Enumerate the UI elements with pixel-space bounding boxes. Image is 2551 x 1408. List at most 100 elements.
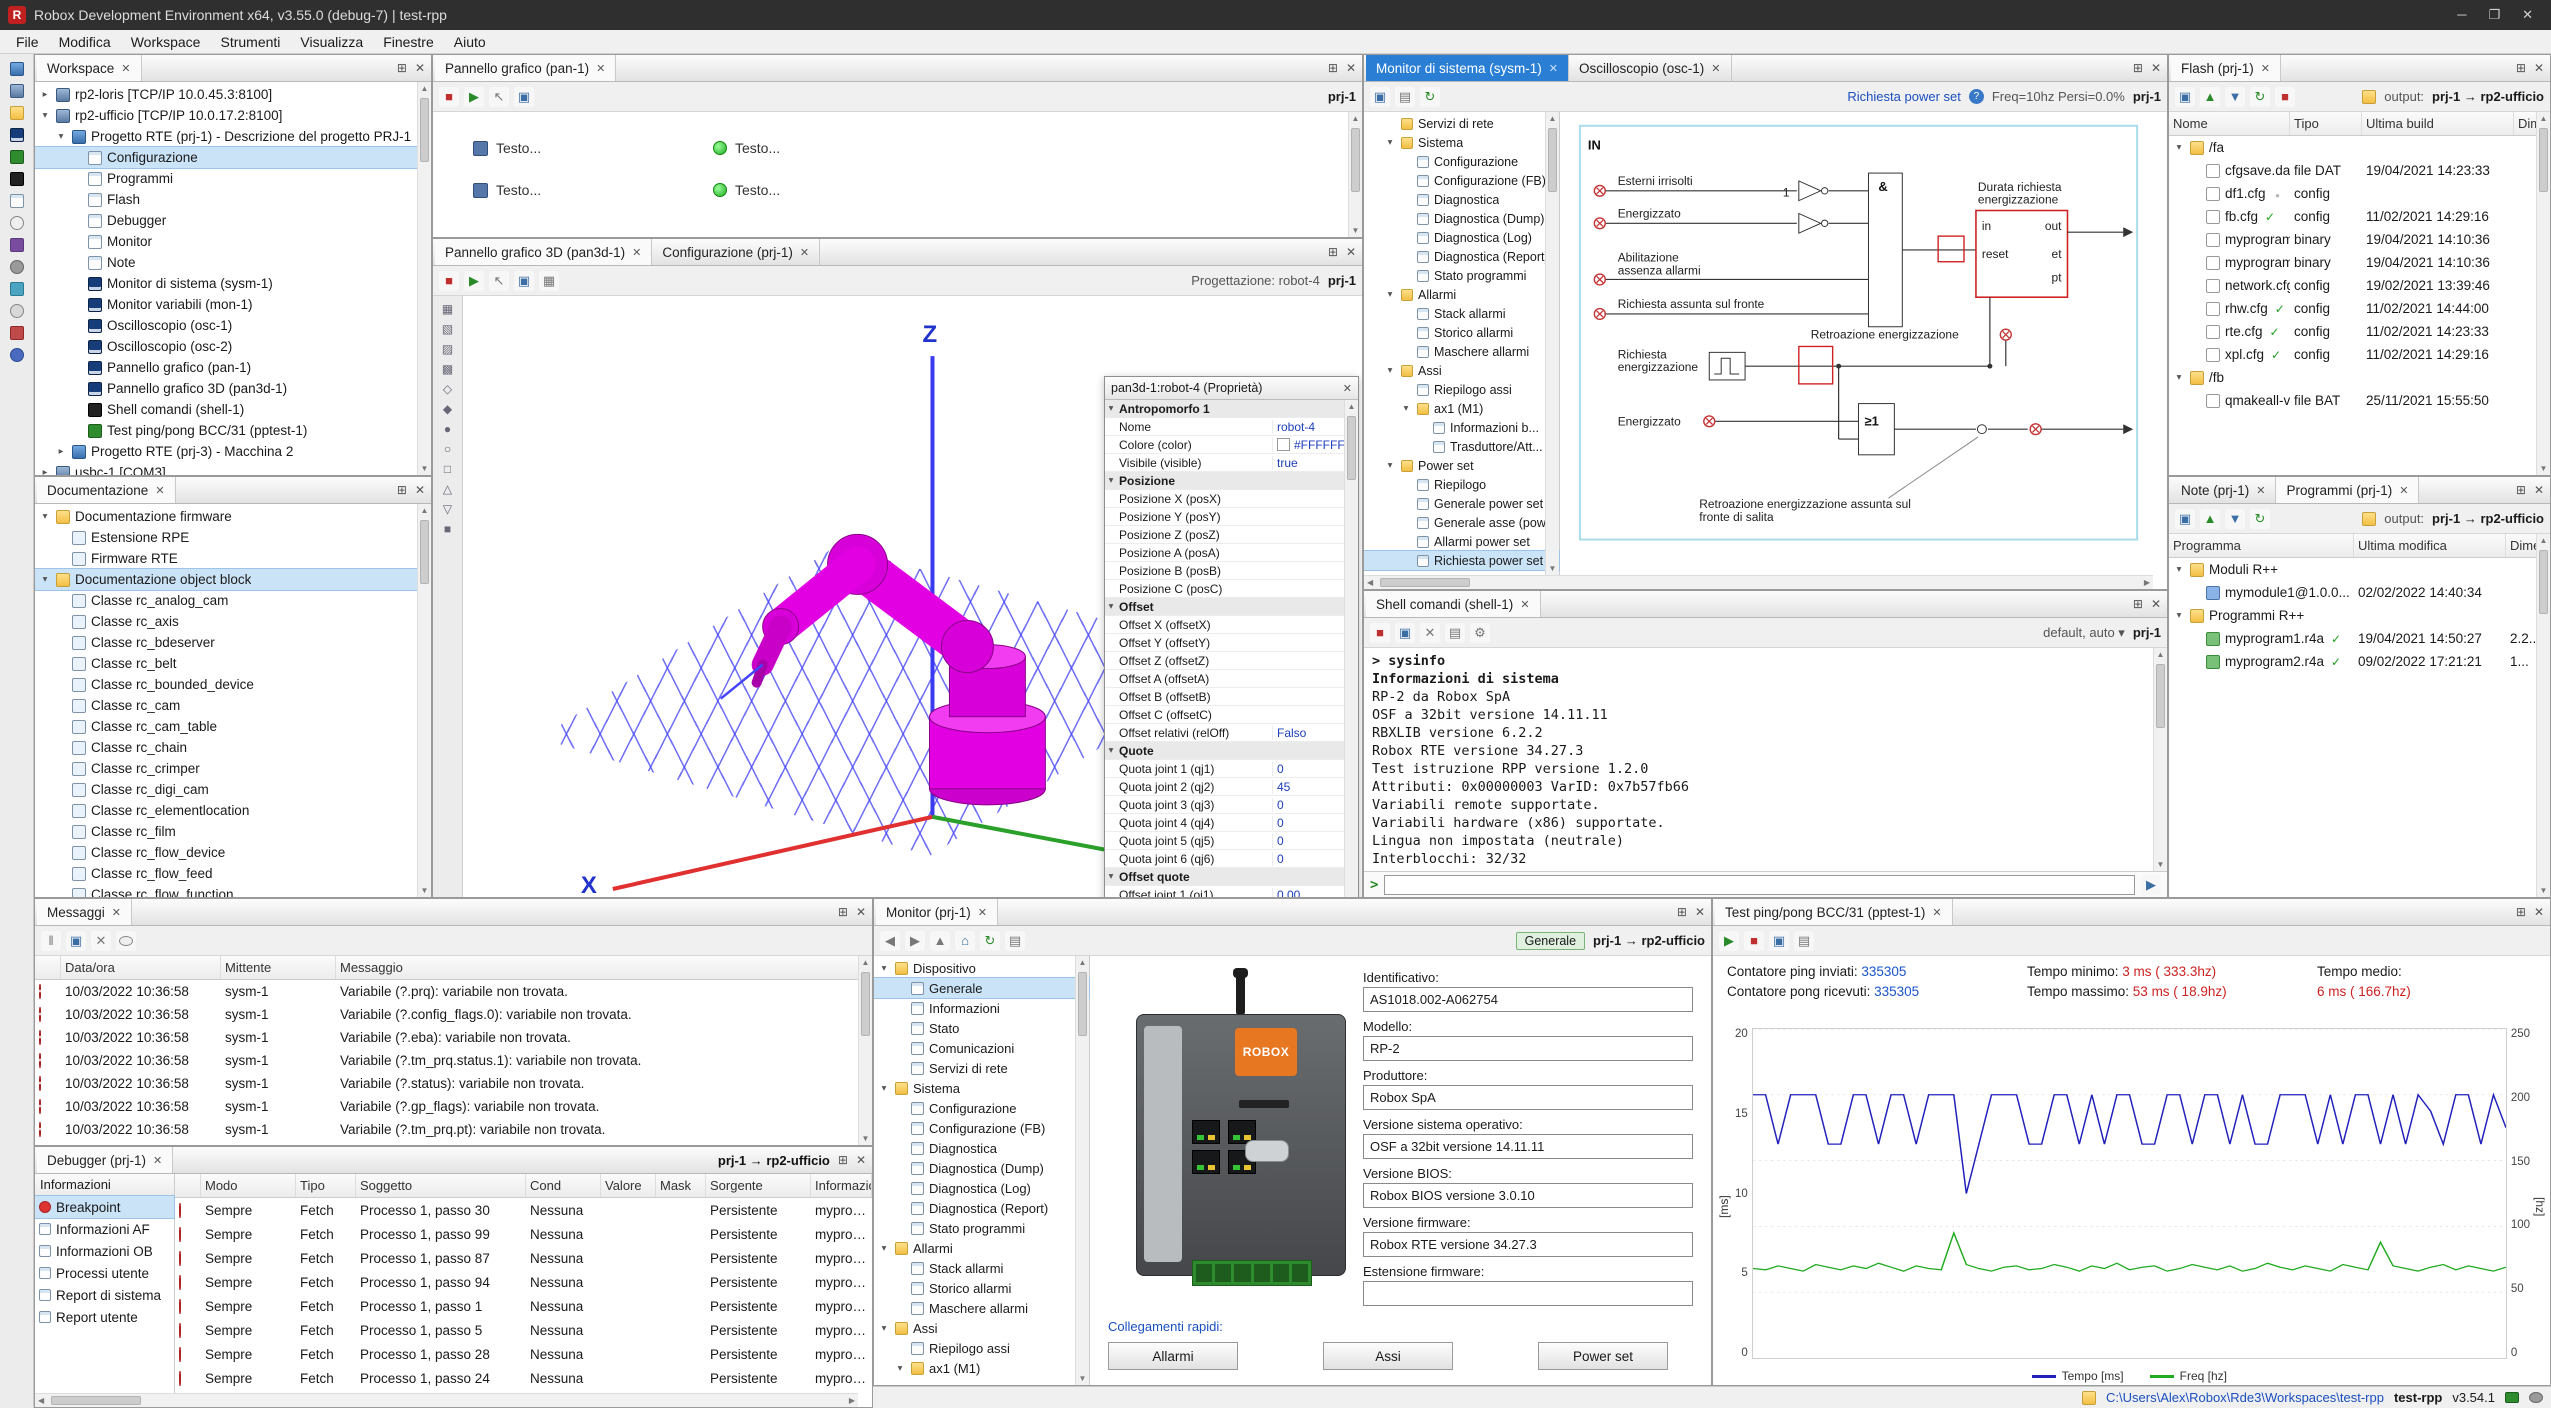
table-row[interactable]: df1.cfg config: [2169, 182, 2550, 205]
tree-item[interactable]: Classe rc_belt: [35, 653, 431, 674]
tree-item[interactable]: Classe rc_digi_cam: [35, 779, 431, 800]
tree-item[interactable]: Progetto RTE (prj-1) - Descrizione del p…: [35, 126, 431, 147]
left-toolbar-icon[interactable]: [10, 172, 24, 186]
tree-item[interactable]: rp2-loris [TCP/IP 10.0.45.3:8100]: [35, 84, 431, 105]
float-icon[interactable]: ⊞: [1328, 245, 1338, 259]
property-row[interactable]: Offset quote: [1105, 868, 1358, 886]
left-toolbar-icon[interactable]: [10, 216, 24, 230]
property-row[interactable]: Quote: [1105, 742, 1358, 760]
field-value[interactable]: OSF a 32bit versione 14.11.11: [1363, 1134, 1693, 1159]
close-icon[interactable]: ✕: [1549, 62, 1558, 75]
print-icon[interactable]: ▤: [1445, 623, 1465, 643]
perspective-icon[interactable]: △: [443, 482, 452, 496]
table-row[interactable]: myprogram2.r4a 09/02/2022 17:21:21 1...: [2169, 650, 2550, 673]
property-row[interactable]: Offset Z (offsetZ): [1105, 652, 1358, 670]
menu-item[interactable]: Workspace: [121, 32, 211, 52]
list-item[interactable]: Processi utente: [35, 1262, 174, 1284]
up-icon[interactable]: ▲: [930, 931, 950, 951]
expander-icon[interactable]: [1105, 475, 1117, 486]
tree-item[interactable]: Maschere allarmi: [1364, 342, 1559, 361]
tree-item[interactable]: Monitor di sistema (sysm-1): [35, 273, 431, 294]
float-icon[interactable]: ⊞: [838, 905, 848, 919]
close-icon[interactable]: ✕: [2151, 61, 2161, 75]
float-icon[interactable]: ⊞: [397, 483, 407, 497]
tree-item[interactable]: Monitor variabili (mon-1): [35, 294, 431, 315]
tab-shell[interactable]: Shell comandi (shell-1)✕: [1366, 591, 1541, 617]
refresh-icon[interactable]: ↻: [1420, 87, 1440, 107]
message-row[interactable]: 10/03/2022 10:36:58 sysm-1 Variabile (?.…: [35, 980, 872, 1003]
download-icon[interactable]: ▼: [2225, 509, 2245, 529]
close-icon[interactable]: ✕: [1343, 382, 1352, 395]
property-row[interactable]: Quota joint 5 (qj5) 0: [1105, 832, 1358, 850]
tree-item[interactable]: Power set: [1364, 456, 1559, 475]
breakpoint-row[interactable]: Sempre Fetch Processo 1, passo 30 Nessun…: [175, 1198, 872, 1222]
tree-item[interactable]: Classe rc_crimper: [35, 758, 431, 779]
close-icon[interactable]: ✕: [2261, 62, 2270, 75]
tree-item[interactable]: Riepilogo assi: [1364, 380, 1559, 399]
expander-icon[interactable]: [39, 110, 51, 121]
tree-item[interactable]: Dispositivo: [874, 958, 1089, 978]
fit-icon[interactable]: □: [444, 462, 451, 476]
left-toolbar-icon[interactable]: [10, 238, 24, 252]
property-row[interactable]: Offset C (offsetC): [1105, 706, 1358, 724]
close-icon[interactable]: ✕: [415, 483, 425, 497]
tree-item[interactable]: Storico allarmi: [1364, 323, 1559, 342]
play-icon[interactable]: ▶: [1719, 931, 1739, 951]
close-icon[interactable]: ✕: [2534, 483, 2544, 497]
tree-item[interactable]: rp2-ufficio [TCP/IP 10.0.17.2:8100]: [35, 105, 431, 126]
minimize-icon[interactable]: ─: [2457, 7, 2466, 23]
tree-item[interactable]: Classe rc_cam_table: [35, 716, 431, 737]
tree-item[interactable]: Richiesta power set: [1364, 551, 1559, 570]
menu-item[interactable]: Finestre: [373, 32, 444, 52]
tree-item[interactable]: ax1 (M1): [874, 1358, 1089, 1378]
breakpoint-row[interactable]: Sempre Fetch Processo 1, passo 28 Nessun…: [175, 1342, 872, 1366]
tree-item[interactable]: Classe rc_cam: [35, 695, 431, 716]
list-item[interactable]: Report utente: [35, 1306, 174, 1328]
new-icon[interactable]: ▣: [2175, 509, 2195, 529]
breakpoint-row[interactable]: Sempre Fetch Processo 1, passo 99 Nessun…: [175, 1222, 872, 1246]
tab-pan3d[interactable]: Pannello grafico 3D (pan3d-1)✕: [435, 239, 652, 265]
output-folder-icon[interactable]: [2362, 512, 2376, 526]
property-row[interactable]: Offset Y (offsetY): [1105, 634, 1358, 652]
tab-sysm[interactable]: Monitor di sistema (sysm-1)✕: [1366, 55, 1569, 81]
tree-item[interactable]: Assi: [1364, 361, 1559, 380]
settings-icon[interactable]: ⚙: [1470, 623, 1490, 643]
tree-item[interactable]: Servizi di rete: [1364, 114, 1559, 133]
expander-icon[interactable]: [2173, 610, 2185, 621]
close-icon[interactable]: ✕: [856, 905, 866, 919]
view-front-icon[interactable]: ▧: [442, 322, 453, 336]
table-row[interactable]: cfgsave.dat file DAT 19/04/2021 14:23:33: [2169, 159, 2550, 182]
close-icon[interactable]: ✕: [121, 62, 130, 75]
table-header[interactable]: ModoTipoSoggettoCondValoreMaskSorgenteIn…: [175, 1174, 872, 1198]
menu-item[interactable]: Strumenti: [210, 32, 290, 52]
left-toolbar-icon[interactable]: [10, 282, 24, 296]
tree-item[interactable]: Debugger: [35, 210, 431, 231]
left-toolbar-icon[interactable]: [10, 84, 24, 98]
close-icon[interactable]: ✕: [2534, 905, 2544, 919]
menu-item[interactable]: Modifica: [49, 32, 121, 52]
horizontal-scrollbar[interactable]: ◀▶: [1364, 575, 2153, 589]
tab-flash[interactable]: Flash (prj-1)✕: [2171, 55, 2281, 81]
tree-item[interactable]: Pannello grafico (pan-1): [35, 357, 431, 378]
menu-item[interactable]: Aiuto: [444, 32, 496, 52]
close-icon[interactable]: ✕: [1346, 61, 1356, 75]
tree-item[interactable]: Stato: [874, 1018, 1089, 1038]
tree-item[interactable]: Test ping/pong BCC/31 (pptest-1): [35, 420, 431, 441]
left-toolbar-icon[interactable]: [10, 326, 24, 340]
refresh-icon[interactable]: ↻: [2250, 87, 2270, 107]
property-row[interactable]: Quota joint 2 (qj2) 45: [1105, 778, 1358, 796]
tree-item[interactable]: Allarmi: [874, 1238, 1089, 1258]
expander-icon[interactable]: [1384, 365, 1396, 376]
property-row[interactable]: Posizione C (posC): [1105, 580, 1358, 598]
panel-widget[interactable]: Testo...: [713, 140, 953, 156]
property-row[interactable]: Posizione X (posX): [1105, 490, 1358, 508]
property-row[interactable]: Offset relativi (relOff) Falso: [1105, 724, 1358, 742]
tab-workspace[interactable]: Workspace✕: [37, 55, 142, 81]
left-toolbar-icon[interactable]: [10, 304, 24, 318]
forward-icon[interactable]: ▶: [905, 931, 925, 951]
expander-icon[interactable]: [2173, 372, 2185, 383]
tree-item[interactable]: Comunicazioni: [874, 1038, 1089, 1058]
tab-monitor[interactable]: Monitor (prj-1)✕: [876, 899, 998, 925]
property-row[interactable]: Posizione A (posA): [1105, 544, 1358, 562]
scrollbar[interactable]: ▲▼: [2536, 534, 2550, 897]
